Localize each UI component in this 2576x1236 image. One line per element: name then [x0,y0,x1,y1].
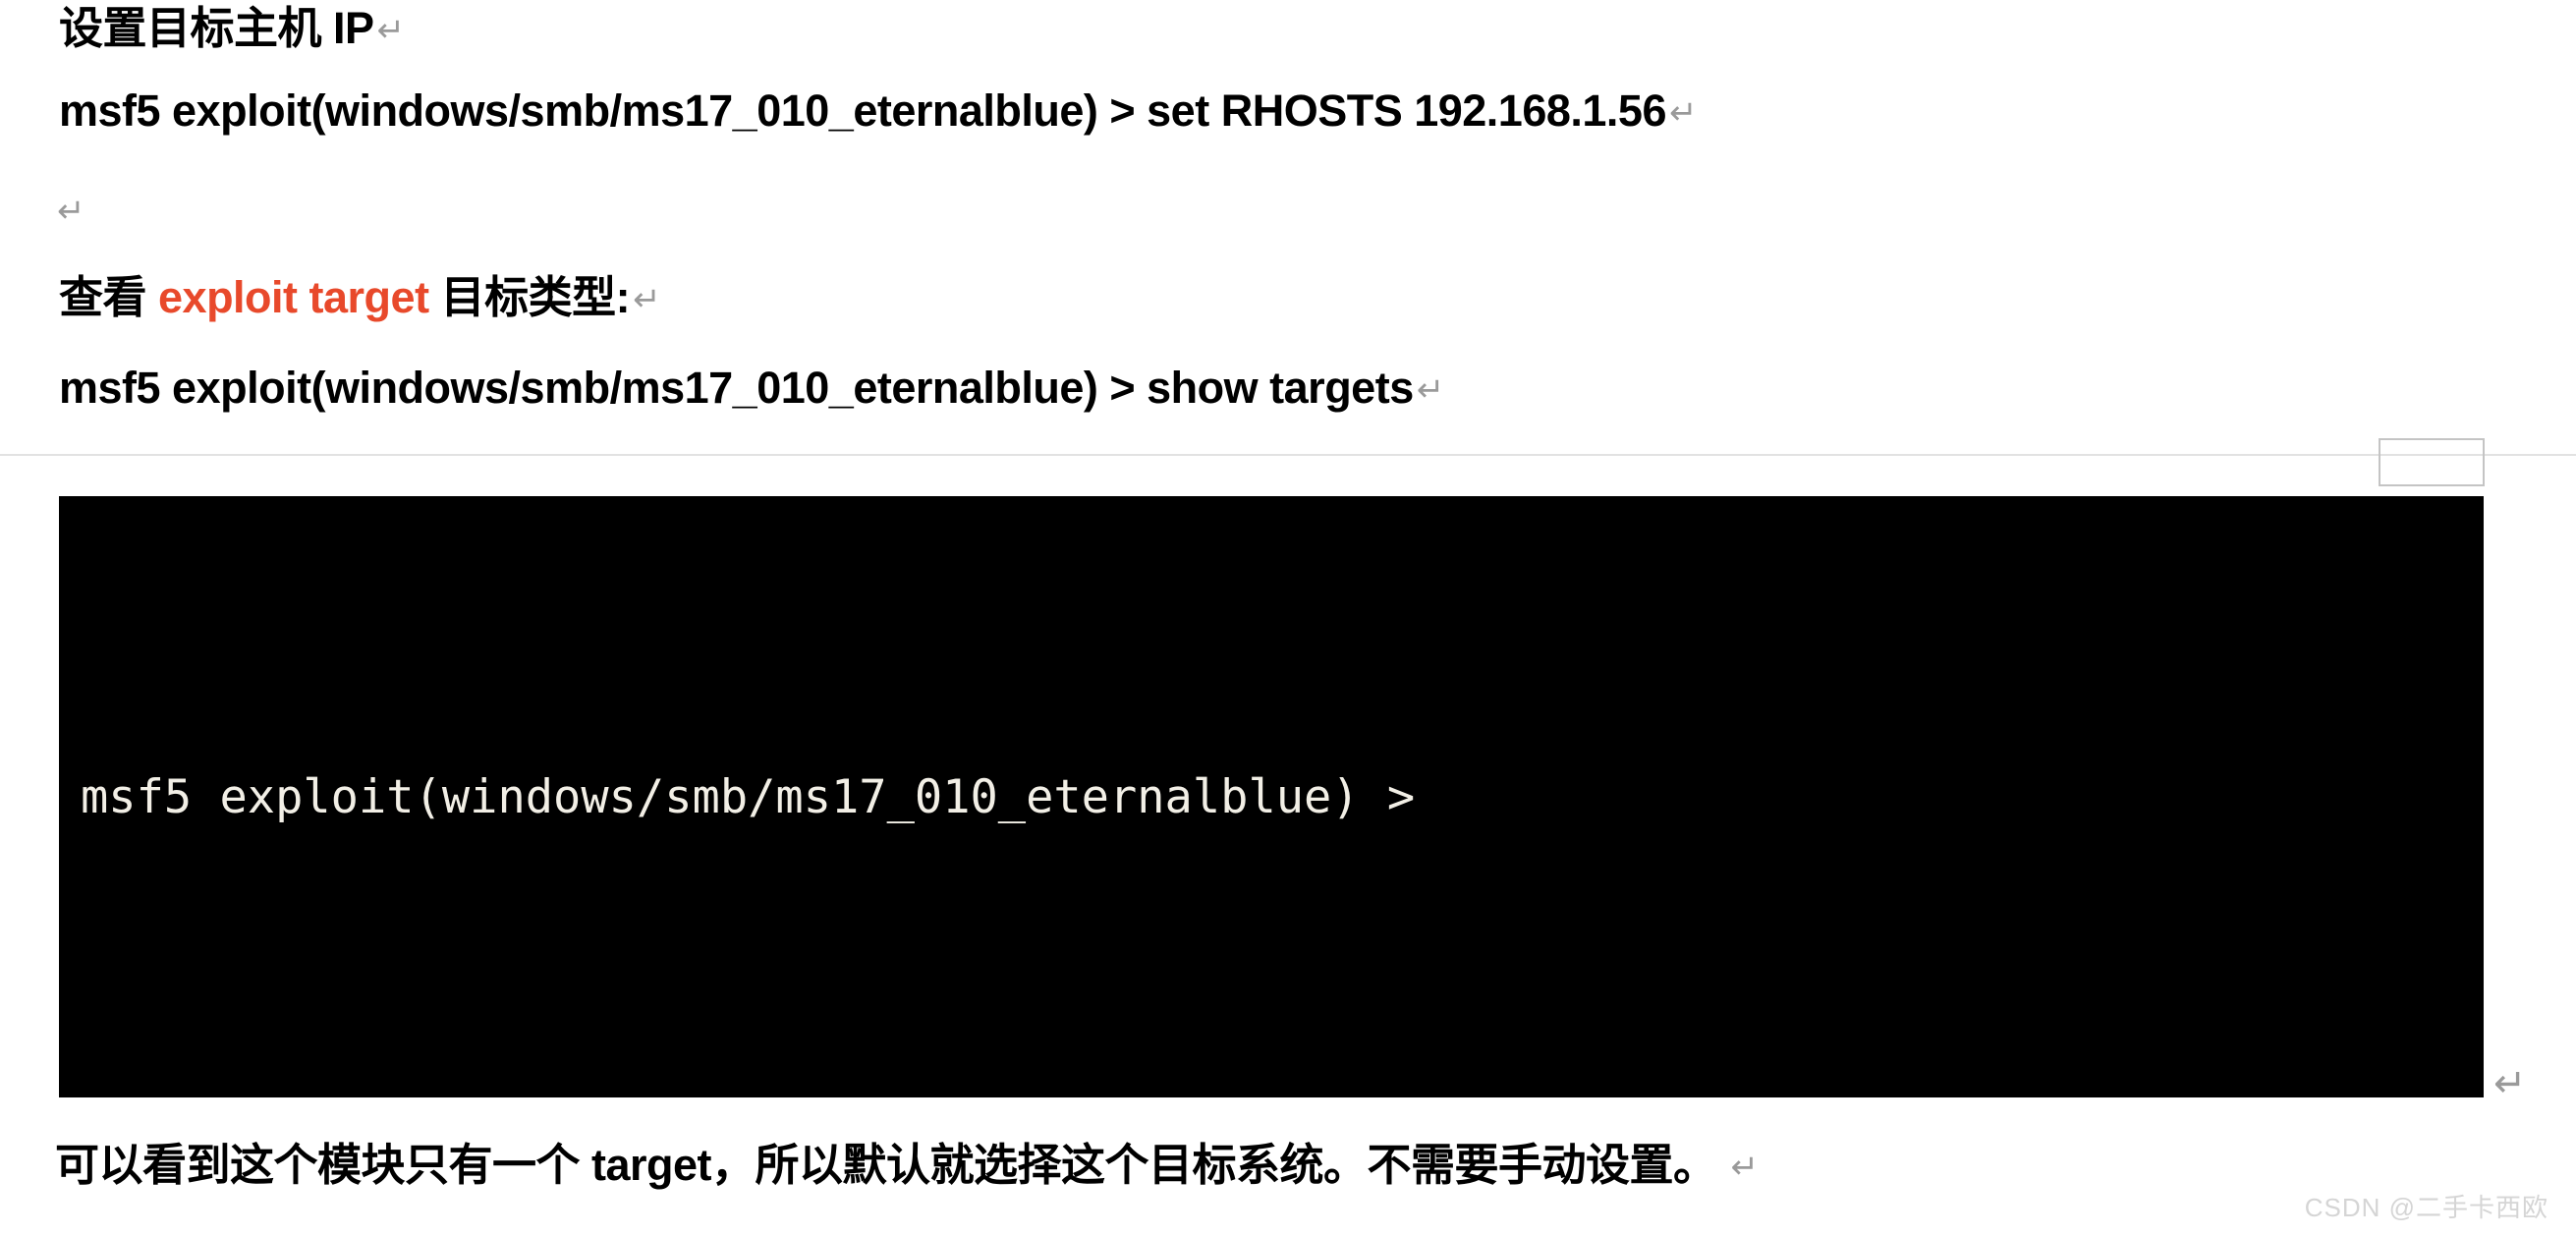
blank-line-paragraph-mark-icon: ↵ [57,193,85,230]
paragraph-mark-icon: ↵ [1668,94,1698,132]
paragraph-mark-icon: ↵ [1416,371,1445,409]
command-set-rhosts: msf5 exploit(windows/smb/ms17_010_eterna… [59,88,1697,133]
command-show-targets: msf5 exploit(windows/smb/ms17_010_eterna… [59,365,1444,410]
image-anchor-box [2379,438,2485,486]
terminal-clipped-line: msf5 exploit(windows/smb/ms17_010_eterna… [81,770,1416,824]
terminal-content: msf5 exploit(windows/smb/ms17_010_eterna… [81,496,1776,1097]
watermark: CSDN @二手卡西欧 [2304,1193,2548,1222]
heading-highlight-text: exploit target [158,272,429,322]
heading-suffix-text: 目标类型: [428,272,631,322]
terminal-paragraph-mark-icon: ↵ [2493,1062,2527,1105]
horizontal-divider [0,454,2576,456]
heading-set-target-ip: 设置目标主机 IP↵ [59,6,405,50]
command-set-rhosts-text: msf5 exploit(windows/smb/ms17_010_eterna… [59,85,1666,136]
heading-set-target-ip-text: 设置目标主机 IP [59,3,374,53]
document-page: 设置目标主机 IP↵ msf5 exploit(windows/smb/ms17… [0,0,2576,1236]
caption-text: 可以看到这个模块只有一个 target，所以默认就选择这个目标系统。不需要手动设… [55,1140,1717,1190]
heading-prefix-text: 查看 [59,272,159,322]
paragraph-mark-icon: ↵ [1730,1149,1760,1186]
terminal-screenshot: msf5 exploit(windows/smb/ms17_010_eterna… [59,496,2484,1097]
caption-single-target-note: 可以看到这个模块只有一个 target，所以默认就选择这个目标系统。不需要手动设… [55,1143,1759,1187]
heading-view-exploit-target: 查看 exploit target 目标类型:↵ [59,272,661,322]
command-show-targets-text: msf5 exploit(windows/smb/ms17_010_eterna… [59,363,1414,413]
paragraph-mark-icon: ↵ [376,12,406,49]
paragraph-mark-icon: ↵ [633,281,661,318]
